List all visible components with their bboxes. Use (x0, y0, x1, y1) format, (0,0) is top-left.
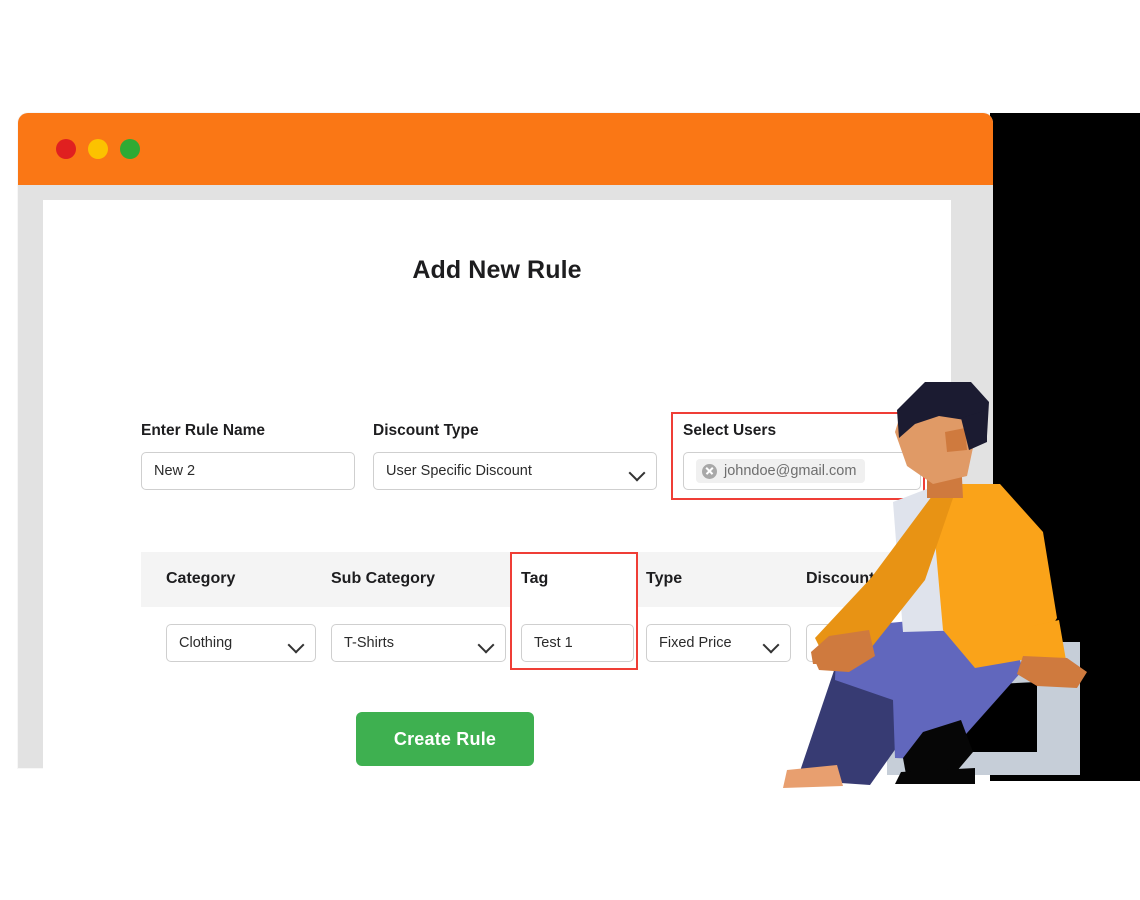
page-title: Add New Rule (412, 256, 582, 284)
close-dot-icon[interactable] (56, 139, 76, 159)
rule-name-value: New 2 (154, 463, 196, 479)
row-type-value: Fixed Price (659, 635, 732, 651)
discount-type-label: Discount Type (373, 422, 479, 439)
rule-name-input[interactable]: New 2 (141, 452, 355, 490)
minimize-dot-icon[interactable] (88, 139, 108, 159)
create-rule-button[interactable]: Create Rule (356, 712, 534, 766)
row-category-select[interactable]: Clothing (166, 624, 316, 662)
column-header-type: Type (646, 570, 683, 587)
rule-name-label: Enter Rule Name (141, 422, 266, 439)
row-sub-category-select[interactable]: T-Shirts (331, 624, 506, 662)
close-circle-icon[interactable] (702, 463, 717, 479)
rule-name-field-group: Enter Rule Name New 2 (141, 422, 355, 490)
column-header-category: Category (166, 570, 236, 587)
row-tag-value: Test 1 (534, 635, 573, 651)
window-controls (56, 139, 140, 159)
column-header-sub-category: Sub Category (331, 570, 436, 587)
chevron-down-icon (628, 464, 646, 482)
row-sub-category-value: T-Shirts (344, 635, 394, 651)
discount-type-field-group: Discount Type User Specific Discount (373, 422, 657, 490)
maximize-dot-icon[interactable] (120, 139, 140, 159)
row-category-value: Clothing (179, 635, 233, 651)
seated-person-illustration (783, 382, 1087, 788)
row-tag-input[interactable]: Test 1 (521, 624, 634, 662)
row-type-select[interactable]: Fixed Price (646, 624, 791, 662)
discount-type-value: User Specific Discount (386, 463, 532, 479)
column-header-tag-overlay: Tag (521, 570, 549, 587)
discount-type-select[interactable]: User Specific Discount (373, 452, 657, 490)
browser-titlebar (18, 113, 993, 185)
chevron-down-icon (287, 636, 305, 654)
chevron-down-icon (477, 636, 495, 654)
